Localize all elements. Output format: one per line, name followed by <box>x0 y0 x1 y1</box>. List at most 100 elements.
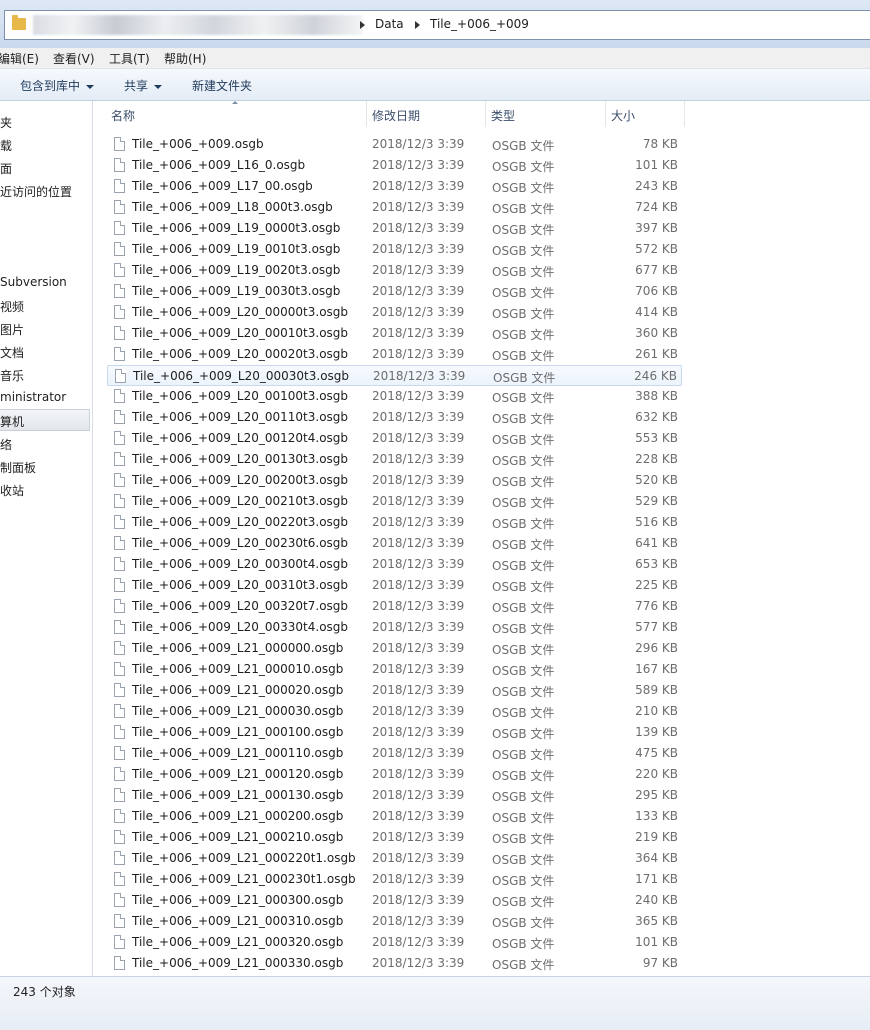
nav-item-subversion[interactable]: Subversion <box>0 275 67 289</box>
table-row[interactable]: Tile_+006_+009_L21_000320.osgb 2018/12/3 … <box>107 932 682 953</box>
file-name: Tile_+006_+009_L21_000330.osgb <box>132 956 344 970</box>
table-row[interactable]: Tile_+006_+009_L21_000130.osgb 2018/12/3 … <box>107 785 682 806</box>
menu-tools[interactable]: 工具(T) <box>109 50 150 67</box>
table-row[interactable]: Tile_+006_+009_L21_000000.osgb 2018/12/3 … <box>107 638 682 659</box>
nav-item-documents[interactable]: 文档 <box>0 344 24 361</box>
file-type: OSGB 文件 <box>492 790 555 804</box>
file-name: Tile_+006_+009_L16_0.osgb <box>132 158 306 172</box>
table-row[interactable]: Tile_+006_+009_L21_000010.osgb 2018/12/3 … <box>107 659 682 680</box>
nav-item-recent-places[interactable]: 近访问的位置 <box>0 183 72 200</box>
file-icon <box>114 599 125 613</box>
table-row[interactable]: Tile_+006_+009_L20_00120t4.osgb 2018/12/3… <box>107 428 682 449</box>
table-row[interactable]: Tile_+006_+009_L21_000030.osgb 2018/12/3 … <box>107 701 682 722</box>
file-icon <box>114 536 125 550</box>
new-folder-button[interactable]: 新建文件夹 <box>192 77 252 94</box>
table-row[interactable]: Tile_+006_+009_L20_00320t7.osgb 2018/12/3… <box>107 596 682 617</box>
table-row[interactable]: Tile_+006_+009.osgb 2018/12/3 3:39 OSGB 文件… <box>107 134 682 155</box>
table-row[interactable]: Tile_+006_+009_L20_00330t4.osgb 2018/12/3… <box>107 617 682 638</box>
table-row[interactable]: Tile_+006_+009_L20_00310t3.osgb 2018/12/3… <box>107 575 682 596</box>
address-box[interactable]: Data Tile_+006_+009 <box>4 10 870 40</box>
menu-view[interactable]: 查看(V) <box>53 50 95 67</box>
table-row[interactable]: Tile_+006_+009_L21_000220t1.osgb 2018/12/… <box>107 848 682 869</box>
caret-down-icon <box>86 84 95 89</box>
table-row[interactable]: Tile_+006_+009_L19_0030t3.osgb 2018/12/3 … <box>107 281 682 302</box>
file-size: 78 KB <box>642 137 678 151</box>
column-divider[interactable] <box>684 101 685 127</box>
file-icon <box>114 788 125 802</box>
table-row[interactable]: Tile_+006_+009_L19_0010t3.osgb 2018/12/3 … <box>107 239 682 260</box>
column-divider[interactable] <box>605 101 606 127</box>
file-type: OSGB 文件 <box>492 223 555 237</box>
share-button[interactable]: 共享 <box>124 77 163 94</box>
menu-help[interactable]: 帮助(H) <box>164 50 206 67</box>
table-row[interactable]: Tile_+006_+009_L20_00020t3.osgb 2018/12/3… <box>107 344 682 365</box>
file-size: 724 KB <box>635 200 678 214</box>
breadcrumb-tile[interactable]: Tile_+006_+009 <box>430 17 529 31</box>
file-type: OSGB 文件 <box>492 181 555 195</box>
table-row[interactable]: Tile_+006_+009_L21_000110.osgb 2018/12/3 … <box>107 743 682 764</box>
nav-item-recycle-bin[interactable]: 收站 <box>0 482 24 499</box>
nav-item-administrator[interactable]: ministrator <box>0 390 66 404</box>
breadcrumb-data[interactable]: Data <box>375 17 404 31</box>
file-list: 名称 修改日期 类型 大小 Tile_+006_+009.osgb 2018/12… <box>93 101 870 976</box>
table-row[interactable]: Tile_+006_+009_L16_0.osgb 2018/12/3 3:39 O… <box>107 155 682 176</box>
table-row[interactable]: Tile_+006_+009_L20_00210t3.osgb 2018/12/3… <box>107 491 682 512</box>
file-size: 133 KB <box>635 809 678 823</box>
table-row[interactable]: Tile_+006_+009_L20_00010t3.osgb 2018/12/3… <box>107 323 682 344</box>
file-icon <box>114 578 125 592</box>
include-library-button[interactable]: 包含到库中 <box>20 77 95 94</box>
table-row[interactable]: Tile_+006_+009_L21_000330.osgb 2018/12/3 … <box>107 953 682 974</box>
column-header-date[interactable]: 修改日期 <box>372 107 420 133</box>
table-row[interactable]: Tile_+006_+009_L20_00300t4.osgb 2018/12/3… <box>107 554 682 575</box>
column-header-name[interactable]: 名称 <box>111 107 135 133</box>
table-row[interactable]: Tile_+006_+009_L20_00110t3.osgb 2018/12/3… <box>107 407 682 428</box>
table-row[interactable]: Tile_+006_+009_L21_000230t1.osgb 2018/12/… <box>107 869 682 890</box>
file-type: OSGB 文件 <box>492 937 555 951</box>
table-row[interactable]: Tile_+006_+009_L21_000210.osgb 2018/12/3 … <box>107 827 682 848</box>
table-row[interactable]: Tile_+006_+009_L18_000t3.osgb 2018/12/3 3… <box>107 197 682 218</box>
chevron-right-icon[interactable] <box>415 21 420 29</box>
file-type: OSGB 文件 <box>492 160 555 174</box>
nav-item-downloads[interactable]: 载 <box>0 137 12 154</box>
column-divider[interactable] <box>485 101 486 127</box>
nav-item-music[interactable]: 音乐 <box>0 367 24 384</box>
table-row[interactable]: Tile_+006_+009_L21_000120.osgb 2018/12/3 … <box>107 764 682 785</box>
file-date: 2018/12/3 3:39 <box>372 515 465 529</box>
table-row[interactable]: Tile_+006_+009_L19_0000t3.osgb 2018/12/3 … <box>107 218 682 239</box>
table-row[interactable]: Tile_+006_+009_L17_00.osgb 2018/12/3 3:39… <box>107 176 682 197</box>
file-icon <box>114 431 125 445</box>
table-row[interactable]: Tile_+006_+009_L20_00220t3.osgb 2018/12/3… <box>107 512 682 533</box>
table-row[interactable]: Tile_+006_+009_L21_000300.osgb 2018/12/3 … <box>107 890 682 911</box>
file-type: OSGB 文件 <box>492 895 555 909</box>
column-header-size[interactable]: 大小 <box>611 107 635 133</box>
nav-item-videos[interactable]: 视频 <box>0 298 24 315</box>
file-icon <box>114 557 125 571</box>
nav-item-favorites[interactable]: 夹 <box>0 114 12 131</box>
table-row[interactable]: Tile_+006_+009_L20_00200t3.osgb 2018/12/3… <box>107 470 682 491</box>
file-type: OSGB 文件 <box>492 496 555 510</box>
table-row[interactable]: Tile_+006_+009_L20_00030t3.osgb 2018/12/3… <box>107 365 682 386</box>
table-row[interactable]: Tile_+006_+009_L19_0020t3.osgb 2018/12/3 … <box>107 260 682 281</box>
menu-edit[interactable]: 编辑(E) <box>0 50 39 67</box>
column-header-type[interactable]: 类型 <box>491 107 515 133</box>
table-row[interactable]: Tile_+006_+009_L21_000020.osgb 2018/12/3 … <box>107 680 682 701</box>
nav-item-control-panel[interactable]: 制面板 <box>0 459 36 476</box>
column-divider[interactable] <box>366 101 367 127</box>
table-row[interactable]: Tile_+006_+009_L20_00100t3.osgb 2018/12/3… <box>107 386 682 407</box>
file-name: Tile_+006_+009_L20_00210t3.osgb <box>132 494 349 508</box>
file-name: Tile_+006_+009_L21_000130.osgb <box>132 788 344 802</box>
nav-item-computer[interactable]: 算机 <box>0 413 24 430</box>
table-row[interactable]: Tile_+006_+009_L21_000310.osgb 2018/12/3 … <box>107 911 682 932</box>
nav-item-desktop[interactable]: 面 <box>0 160 12 177</box>
table-row[interactable]: Tile_+006_+009_L20_00000t3.osgb 2018/12/3… <box>107 302 682 323</box>
file-date: 2018/12/3 3:39 <box>372 263 465 277</box>
file-icon <box>114 452 125 466</box>
file-date: 2018/12/3 3:39 <box>372 221 465 235</box>
table-row[interactable]: Tile_+006_+009_L20_00130t3.osgb 2018/12/3… <box>107 449 682 470</box>
nav-item-pictures[interactable]: 图片 <box>0 321 24 338</box>
table-row[interactable]: Tile_+006_+009_L21_000100.osgb 2018/12/3 … <box>107 722 682 743</box>
nav-item-network[interactable]: 络 <box>0 436 12 453</box>
chevron-right-icon[interactable] <box>360 21 365 29</box>
table-row[interactable]: Tile_+006_+009_L21_000200.osgb 2018/12/3 … <box>107 806 682 827</box>
table-row[interactable]: Tile_+006_+009_L20_00230t6.osgb 2018/12/3… <box>107 533 682 554</box>
